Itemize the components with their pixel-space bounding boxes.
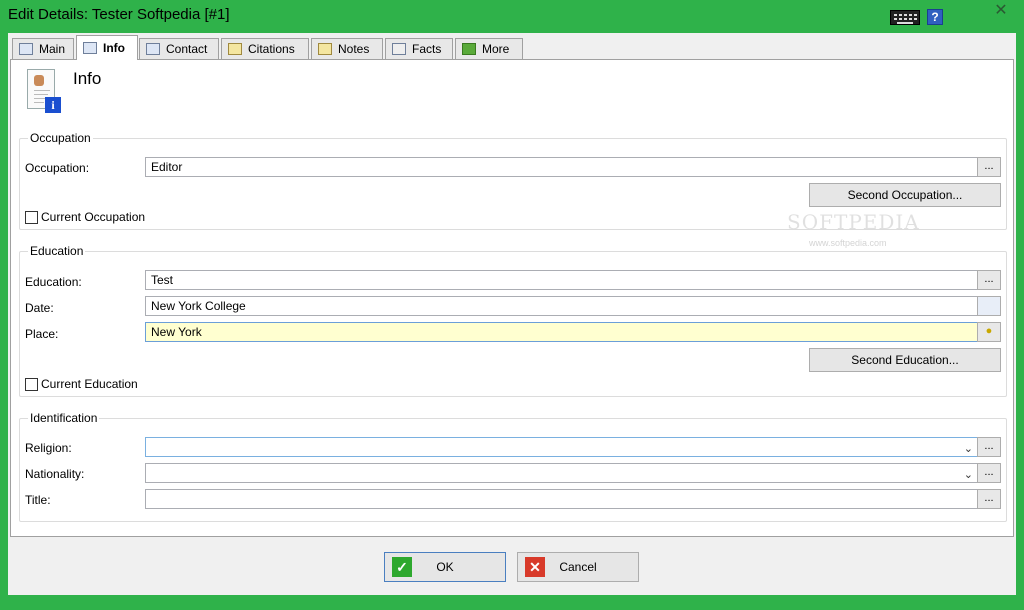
- dialog-window: Edit Details: Tester Softpedia [#1] ? ✕ …: [0, 0, 1024, 610]
- tab-more[interactable]: More: [455, 38, 523, 59]
- education-group: Education Education: Test ... Date: New …: [19, 244, 1007, 397]
- tab-more-label: More: [482, 42, 510, 56]
- notes-icon: [318, 43, 332, 55]
- window-title: Edit Details: Tester Softpedia [#1]: [8, 6, 230, 23]
- button-bar: ✓ OK ✕ Cancel: [8, 540, 1016, 595]
- help-icon[interactable]: ?: [927, 9, 943, 25]
- person-card-icon: [19, 43, 33, 55]
- current-occupation-label: Current Occupation: [41, 210, 146, 224]
- religion-dropdown[interactable]: ⌄: [145, 437, 978, 457]
- occupation-legend: Occupation: [28, 131, 93, 145]
- page-title: Info: [73, 69, 102, 88]
- checkmark-icon: ✓: [392, 557, 412, 577]
- title-bar: Edit Details: Tester Softpedia [#1] ? ✕: [0, 0, 1024, 33]
- nationality-label: Nationality:: [25, 467, 85, 481]
- place-field[interactable]: New York: [145, 322, 978, 342]
- religion-browse-button[interactable]: ...: [977, 437, 1001, 457]
- chevron-down-icon: ⌄: [963, 443, 973, 455]
- education-browse-button[interactable]: ...: [977, 270, 1001, 290]
- calendar-icon[interactable]: [977, 296, 1001, 316]
- tab-notes[interactable]: Notes: [311, 38, 383, 59]
- ok-button[interactable]: ✓ OK: [384, 552, 506, 582]
- nationality-browse-button[interactable]: ...: [977, 463, 1001, 483]
- citations-icon: [228, 43, 242, 55]
- tab-main[interactable]: Main: [12, 38, 74, 59]
- tab-contact-label: Contact: [166, 42, 208, 56]
- second-occupation-button[interactable]: Second Occupation...: [809, 183, 1001, 207]
- info-tab-page: i Info SOFTPEDIA www.softpedia.com Occup…: [10, 59, 1014, 537]
- current-education-checkbox[interactable]: Current Education: [25, 377, 138, 391]
- info-document-icon: i: [25, 69, 63, 115]
- place-label: Place:: [25, 327, 59, 341]
- house-icon: [146, 43, 160, 55]
- current-occupation-checkbox[interactable]: Current Occupation: [25, 210, 145, 224]
- current-education-label: Current Education: [41, 377, 138, 391]
- tab-bar: Main Info Contact Citations Notes Facts: [8, 33, 1016, 60]
- title-label: Title:: [25, 493, 51, 507]
- title-browse-button[interactable]: ...: [977, 489, 1001, 509]
- dialog-client: Main Info Contact Citations Notes Facts: [8, 33, 1016, 540]
- watermark-url: www.softpedia.com: [809, 238, 887, 248]
- education-field[interactable]: Test: [145, 270, 978, 290]
- plus-icon: [462, 43, 476, 55]
- nationality-dropdown[interactable]: ⌄: [145, 463, 978, 483]
- keyboard-icon[interactable]: [890, 10, 920, 25]
- tab-facts[interactable]: Facts: [385, 38, 453, 59]
- date-label: Date:: [25, 301, 54, 315]
- education-legend: Education: [28, 244, 86, 258]
- occupation-label: Occupation:: [25, 161, 90, 175]
- education-label: Education:: [25, 275, 82, 289]
- tab-info-label: Info: [103, 41, 125, 55]
- tab-contact[interactable]: Contact: [139, 38, 219, 59]
- tab-notes-label: Notes: [338, 42, 370, 56]
- second-education-button[interactable]: Second Education...: [809, 348, 1001, 372]
- info-card-icon: [83, 42, 97, 54]
- identification-legend: Identification: [28, 411, 100, 425]
- title-field[interactable]: [145, 489, 978, 509]
- religion-label: Religion:: [25, 441, 72, 455]
- checkbox-box: [25, 210, 38, 224]
- tab-info[interactable]: Info: [76, 35, 138, 60]
- close-button[interactable]: ✕: [985, 2, 1017, 20]
- identification-group: Identification Religion: ⌄ ... Nationali…: [19, 411, 1007, 522]
- ok-label: OK: [436, 560, 454, 574]
- occupation-group: Occupation Occupation: Editor ... Second…: [19, 131, 1007, 230]
- tab-facts-label: Facts: [412, 42, 442, 56]
- date-field[interactable]: New York College: [145, 296, 978, 316]
- tab-citations[interactable]: Citations: [221, 38, 309, 59]
- tab-main-label: Main: [39, 42, 66, 56]
- cancel-label: Cancel: [559, 560, 597, 574]
- place-pin-icon[interactable]: ●: [977, 322, 1001, 342]
- checkbox-box: [25, 377, 38, 391]
- cross-icon: ✕: [525, 557, 545, 577]
- chevron-down-icon: ⌄: [963, 469, 973, 481]
- facts-icon: [392, 43, 406, 55]
- tab-citations-label: Citations: [248, 42, 295, 56]
- occupation-field[interactable]: Editor: [145, 157, 978, 177]
- cancel-button[interactable]: ✕ Cancel: [517, 552, 639, 582]
- occupation-browse-button[interactable]: ...: [977, 157, 1001, 177]
